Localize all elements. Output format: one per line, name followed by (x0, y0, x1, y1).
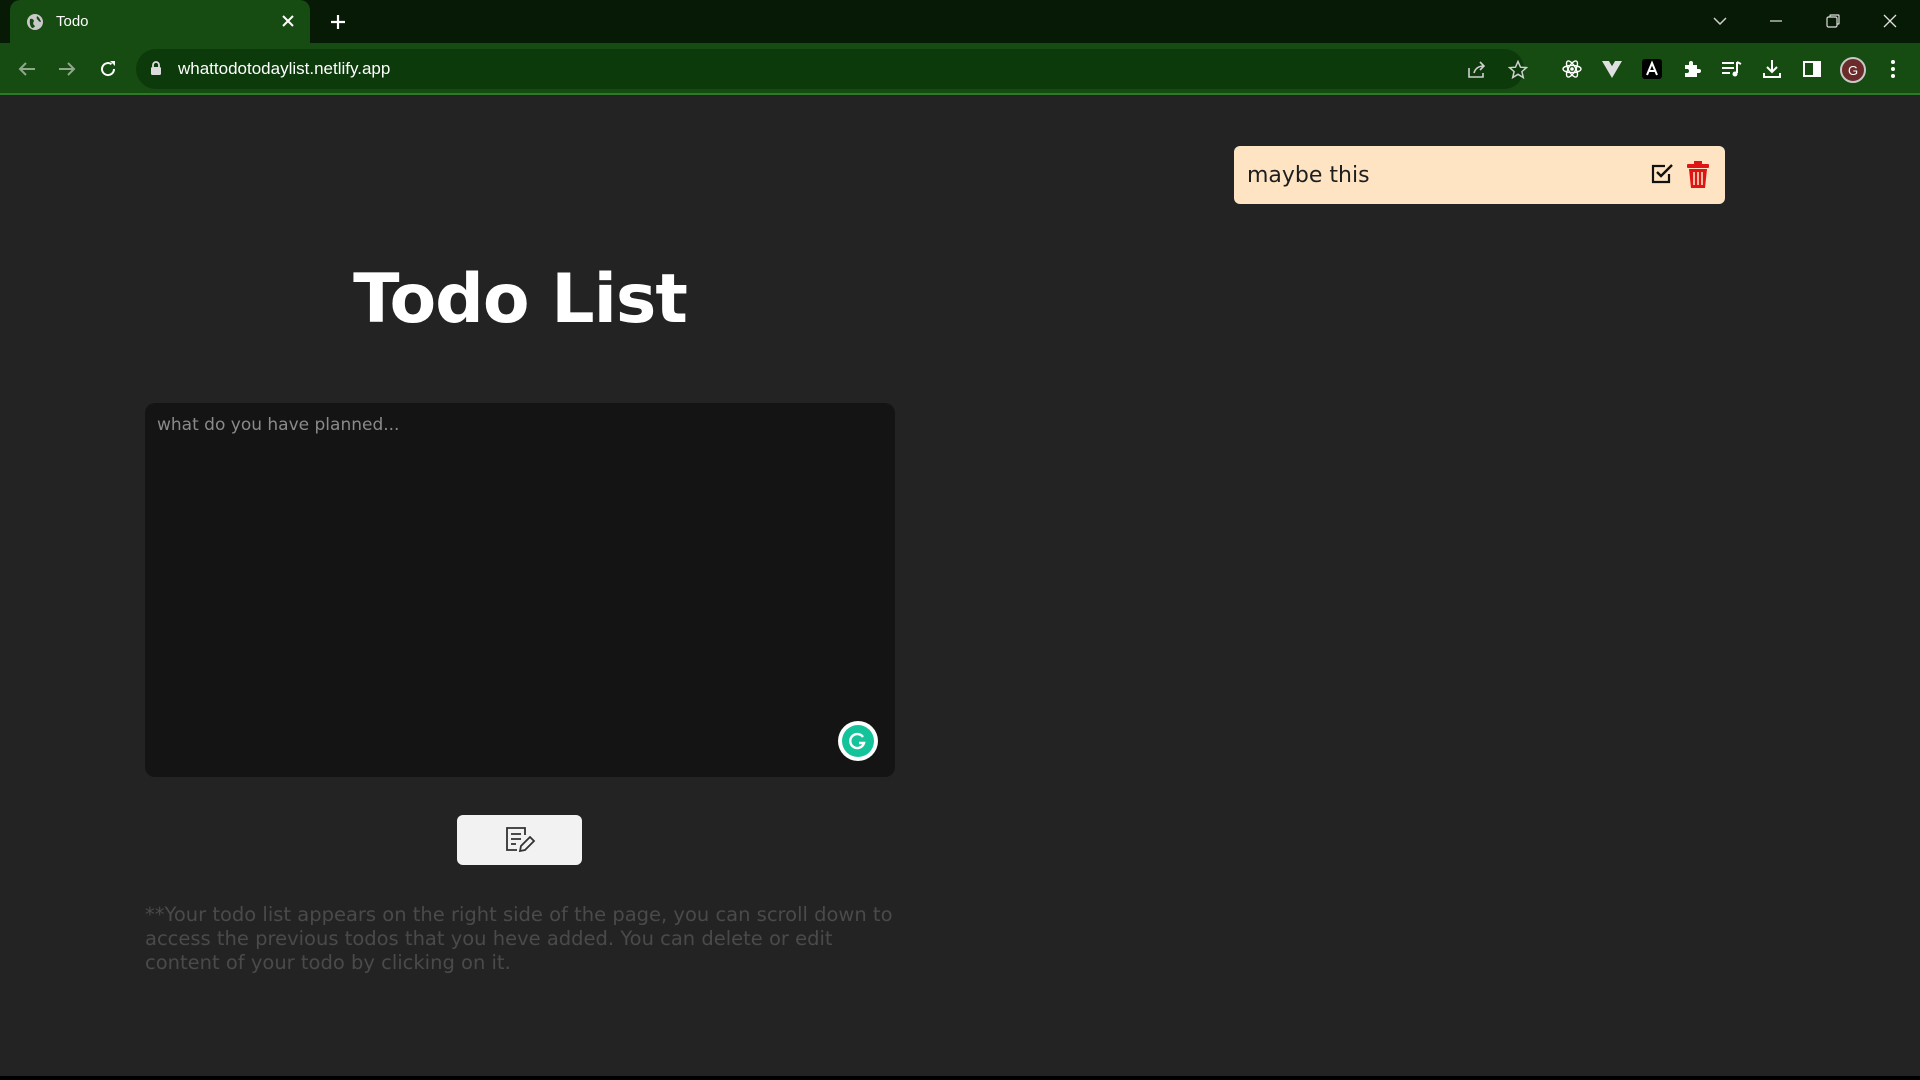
todo-item[interactable]: maybe this (1234, 146, 1725, 204)
profile-avatar[interactable]: G (1840, 57, 1866, 83)
url-text: whattodotodaylist.netlify.app (178, 59, 391, 78)
share-icon[interactable] (1466, 59, 1488, 81)
browser-titlebar: Todo (0, 0, 1920, 43)
more-menu-icon[interactable] (1880, 56, 1906, 82)
new-tab-button[interactable] (325, 9, 351, 35)
lock-icon[interactable] (150, 61, 164, 77)
hint-text: **Your todo list appears on the right si… (145, 903, 893, 974)
bottom-border (0, 1076, 1920, 1080)
browser-tab[interactable]: Todo (10, 0, 310, 43)
page-title: Todo List (353, 260, 688, 339)
check-icon[interactable] (1648, 160, 1676, 188)
add-todo-button[interactable] (457, 815, 582, 865)
side-panel-icon[interactable] (1799, 56, 1825, 82)
reload-icon[interactable] (94, 55, 122, 83)
close-window-icon[interactable] (1870, 6, 1910, 36)
react-devtools-icon[interactable] (1559, 56, 1585, 82)
vue-devtools-icon[interactable] (1599, 56, 1625, 82)
address-bar[interactable]: whattodotodaylist.netlify.app (136, 49, 1528, 89)
browser-toolbar: whattodotodaylist.netlify.app G (0, 43, 1920, 95)
tab-title: Todo (56, 13, 89, 30)
media-playlist-icon[interactable] (1719, 56, 1745, 82)
globe-icon (26, 13, 44, 31)
back-arrow-icon[interactable] (13, 55, 41, 83)
trash-icon[interactable] (1684, 158, 1712, 190)
restore-icon[interactable] (1813, 6, 1853, 36)
tab-search-icon[interactable] (1700, 6, 1740, 36)
forward-arrow-icon[interactable] (53, 55, 81, 83)
page-content: Todo List **Your todo list appears on th… (0, 97, 1920, 1080)
puzzle-extensions-icon[interactable] (1679, 56, 1705, 82)
close-tab-icon[interactable] (278, 11, 298, 31)
minimize-icon[interactable] (1756, 6, 1796, 36)
edit-note-icon (503, 823, 537, 858)
download-icon[interactable] (1759, 56, 1785, 82)
todo-item-text: maybe this (1247, 162, 1370, 188)
grammarly-icon[interactable] (838, 721, 878, 761)
font-extension-icon[interactable] (1639, 56, 1665, 82)
todo-input[interactable] (145, 403, 895, 777)
bookmark-star-icon[interactable] (1507, 59, 1529, 81)
